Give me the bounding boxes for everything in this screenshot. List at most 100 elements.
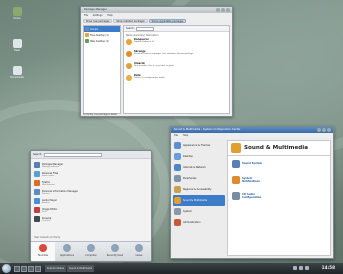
- menu-help[interactable]: Help: [107, 14, 112, 17]
- peripherals-icon: [174, 175, 181, 182]
- desktop: Home Trash Documents Package Manager Fil…: [0, 0, 343, 274]
- admin-icon: [174, 219, 181, 226]
- package-manager-titlebar[interactable]: Package Manager: [81, 7, 232, 13]
- sidebar-item-regional[interactable]: Regional & Accessibility: [173, 184, 225, 195]
- option-cd-audio[interactable]: CD Audio Configuration: [228, 188, 330, 204]
- pager-desktop-4[interactable]: [35, 265, 41, 272]
- minimize-icon[interactable]: [216, 8, 220, 12]
- list-item[interactable]: Kate Switch to configuration mode: [126, 74, 227, 86]
- applications-icon: [63, 244, 71, 252]
- maximize-icon[interactable]: [322, 128, 326, 132]
- package-list-panel: Search: Name (summary) Description Konqu…: [123, 25, 230, 114]
- option-sound-system[interactable]: Sound System: [228, 156, 330, 172]
- minimize-icon[interactable]: [317, 128, 321, 132]
- option-system-notifications[interactable]: System Notifications: [228, 172, 330, 188]
- list-item[interactable]: Skrooge Personal finance manager, this so…: [126, 50, 227, 62]
- speaker-icon: [231, 143, 241, 153]
- network-icon: [174, 164, 181, 171]
- package-manager-window: Package Manager File Settings Help Show …: [80, 6, 233, 117]
- tab-computer[interactable]: Computer: [79, 242, 103, 261]
- krita-icon: [34, 206, 40, 213]
- list-item[interactable]: Image Editor Krita: [34, 205, 148, 214]
- notifications-icon: [232, 176, 240, 184]
- list-item[interactable]: Konsole Terminal: [34, 214, 148, 223]
- folder-icon: [12, 66, 22, 75]
- package-tabs: Show new packages Show installed package…: [81, 18, 232, 24]
- system-icon: [174, 208, 181, 215]
- pager-desktop-2[interactable]: [21, 265, 27, 272]
- pager-desktop-3[interactable]: [28, 265, 34, 272]
- tab-new-packages[interactable]: Show new packages: [83, 19, 113, 23]
- system-settings-window: Sound & Multimedia - System Configuratio…: [170, 126, 334, 259]
- maximize-icon[interactable]: [221, 8, 225, 12]
- groups-sidebar: Groups Free desktop (1) Web desktop (1): [83, 25, 121, 114]
- tab-installed-packages[interactable]: Show installed packages: [113, 19, 148, 23]
- system-tray: [291, 266, 309, 270]
- amarok-icon: [34, 197, 40, 204]
- user-info: User: kubuntu on Hardy: [34, 236, 61, 239]
- window-title: Package Manager: [84, 8, 107, 11]
- tab-recently-used[interactable]: Recently Used: [103, 242, 127, 261]
- desktop-icon: [174, 153, 181, 160]
- package-icon: [126, 75, 132, 81]
- launcher-tabs: Favorites Applications Computer Recently…: [31, 241, 151, 261]
- firefox-icon: [34, 179, 40, 186]
- list-item[interactable]: Konqueror Popular Kubuntu UI: [126, 38, 227, 50]
- menu-settings[interactable]: Settings: [93, 14, 103, 17]
- sidebar-item-peripherals[interactable]: Peripherals: [173, 173, 225, 184]
- sidebar-item-administration[interactable]: Administration: [173, 217, 225, 228]
- sidebar-item-desktop[interactable]: Desktop: [173, 151, 225, 162]
- package-icon: [126, 39, 132, 45]
- desktop-icon-home[interactable]: Home: [4, 7, 30, 20]
- appearance-icon: [174, 142, 181, 149]
- tab-leave[interactable]: Leave: [127, 242, 151, 261]
- cd-icon: [232, 192, 240, 200]
- terminal-icon: [34, 215, 40, 222]
- close-icon[interactable]: [226, 8, 230, 12]
- sidebar-item-internet[interactable]: Internet & Network: [173, 162, 225, 173]
- recent-icon: [111, 244, 119, 252]
- desktop-pager: [14, 265, 42, 272]
- search-input[interactable]: [44, 152, 103, 157]
- list-item[interactable]: Firefox Web browser: [34, 178, 148, 187]
- clipboard-icon[interactable]: [305, 266, 309, 270]
- sidebar-item-web-desktop[interactable]: Web desktop (1): [84, 38, 120, 44]
- close-icon[interactable]: [327, 128, 331, 132]
- pager-desktop-1[interactable]: [14, 265, 20, 272]
- sidebar-item-appearance[interactable]: Appearance & Themes: [173, 140, 225, 151]
- tab-upgradable-packages[interactable]: Show upgradable packages: [148, 19, 187, 23]
- page-title: Sound & Multimedia: [244, 145, 308, 151]
- settings-categories: Appearance & Themes Desktop Internet & N…: [173, 140, 225, 256]
- home-icon: [34, 170, 40, 177]
- network-icon[interactable]: [293, 266, 297, 270]
- task-button[interactable]: Sound & Multimedia: [66, 265, 95, 272]
- desktop-icon-trash[interactable]: Trash: [4, 39, 30, 52]
- favorites-icon: [39, 244, 47, 252]
- kontact-icon: [34, 188, 40, 195]
- tab-applications[interactable]: Applications: [55, 242, 79, 261]
- menu-file[interactable]: File: [174, 134, 178, 137]
- menu-help[interactable]: Help: [183, 134, 188, 137]
- clock[interactable]: 14:58: [322, 265, 335, 270]
- desktop-icon: [85, 33, 89, 37]
- sidebar-item-system[interactable]: System: [173, 206, 225, 217]
- list-item[interactable]: Personal Information Manager Kontact: [34, 187, 148, 196]
- package-icon: [34, 161, 40, 168]
- volume-icon[interactable]: [299, 266, 303, 270]
- regional-icon: [174, 186, 181, 193]
- trash-icon: [12, 39, 22, 48]
- list-item[interactable]: Personal Files Home folder: [34, 169, 148, 178]
- search-input[interactable]: [135, 26, 154, 31]
- task-button[interactable]: Kubuntu Notes: [45, 265, 66, 272]
- web-icon: [85, 39, 89, 43]
- menu-file[interactable]: File: [84, 14, 88, 17]
- desktop-icon-documents[interactable]: Documents: [4, 66, 30, 79]
- list-item[interactable]: Package Manager Manage software: [34, 160, 148, 169]
- package-icon: [126, 51, 132, 57]
- tab-favorites[interactable]: Favorites: [31, 242, 55, 261]
- kmenu-launcher-icon[interactable]: [2, 264, 11, 273]
- list-item[interactable]: Audio Player Amarok: [34, 196, 148, 205]
- list-item[interactable]: Amarok Fine installer, this is very bad, …: [126, 62, 227, 74]
- sidebar-item-sound[interactable]: Sound & Multimedia: [173, 195, 225, 206]
- package-icon: [126, 63, 132, 69]
